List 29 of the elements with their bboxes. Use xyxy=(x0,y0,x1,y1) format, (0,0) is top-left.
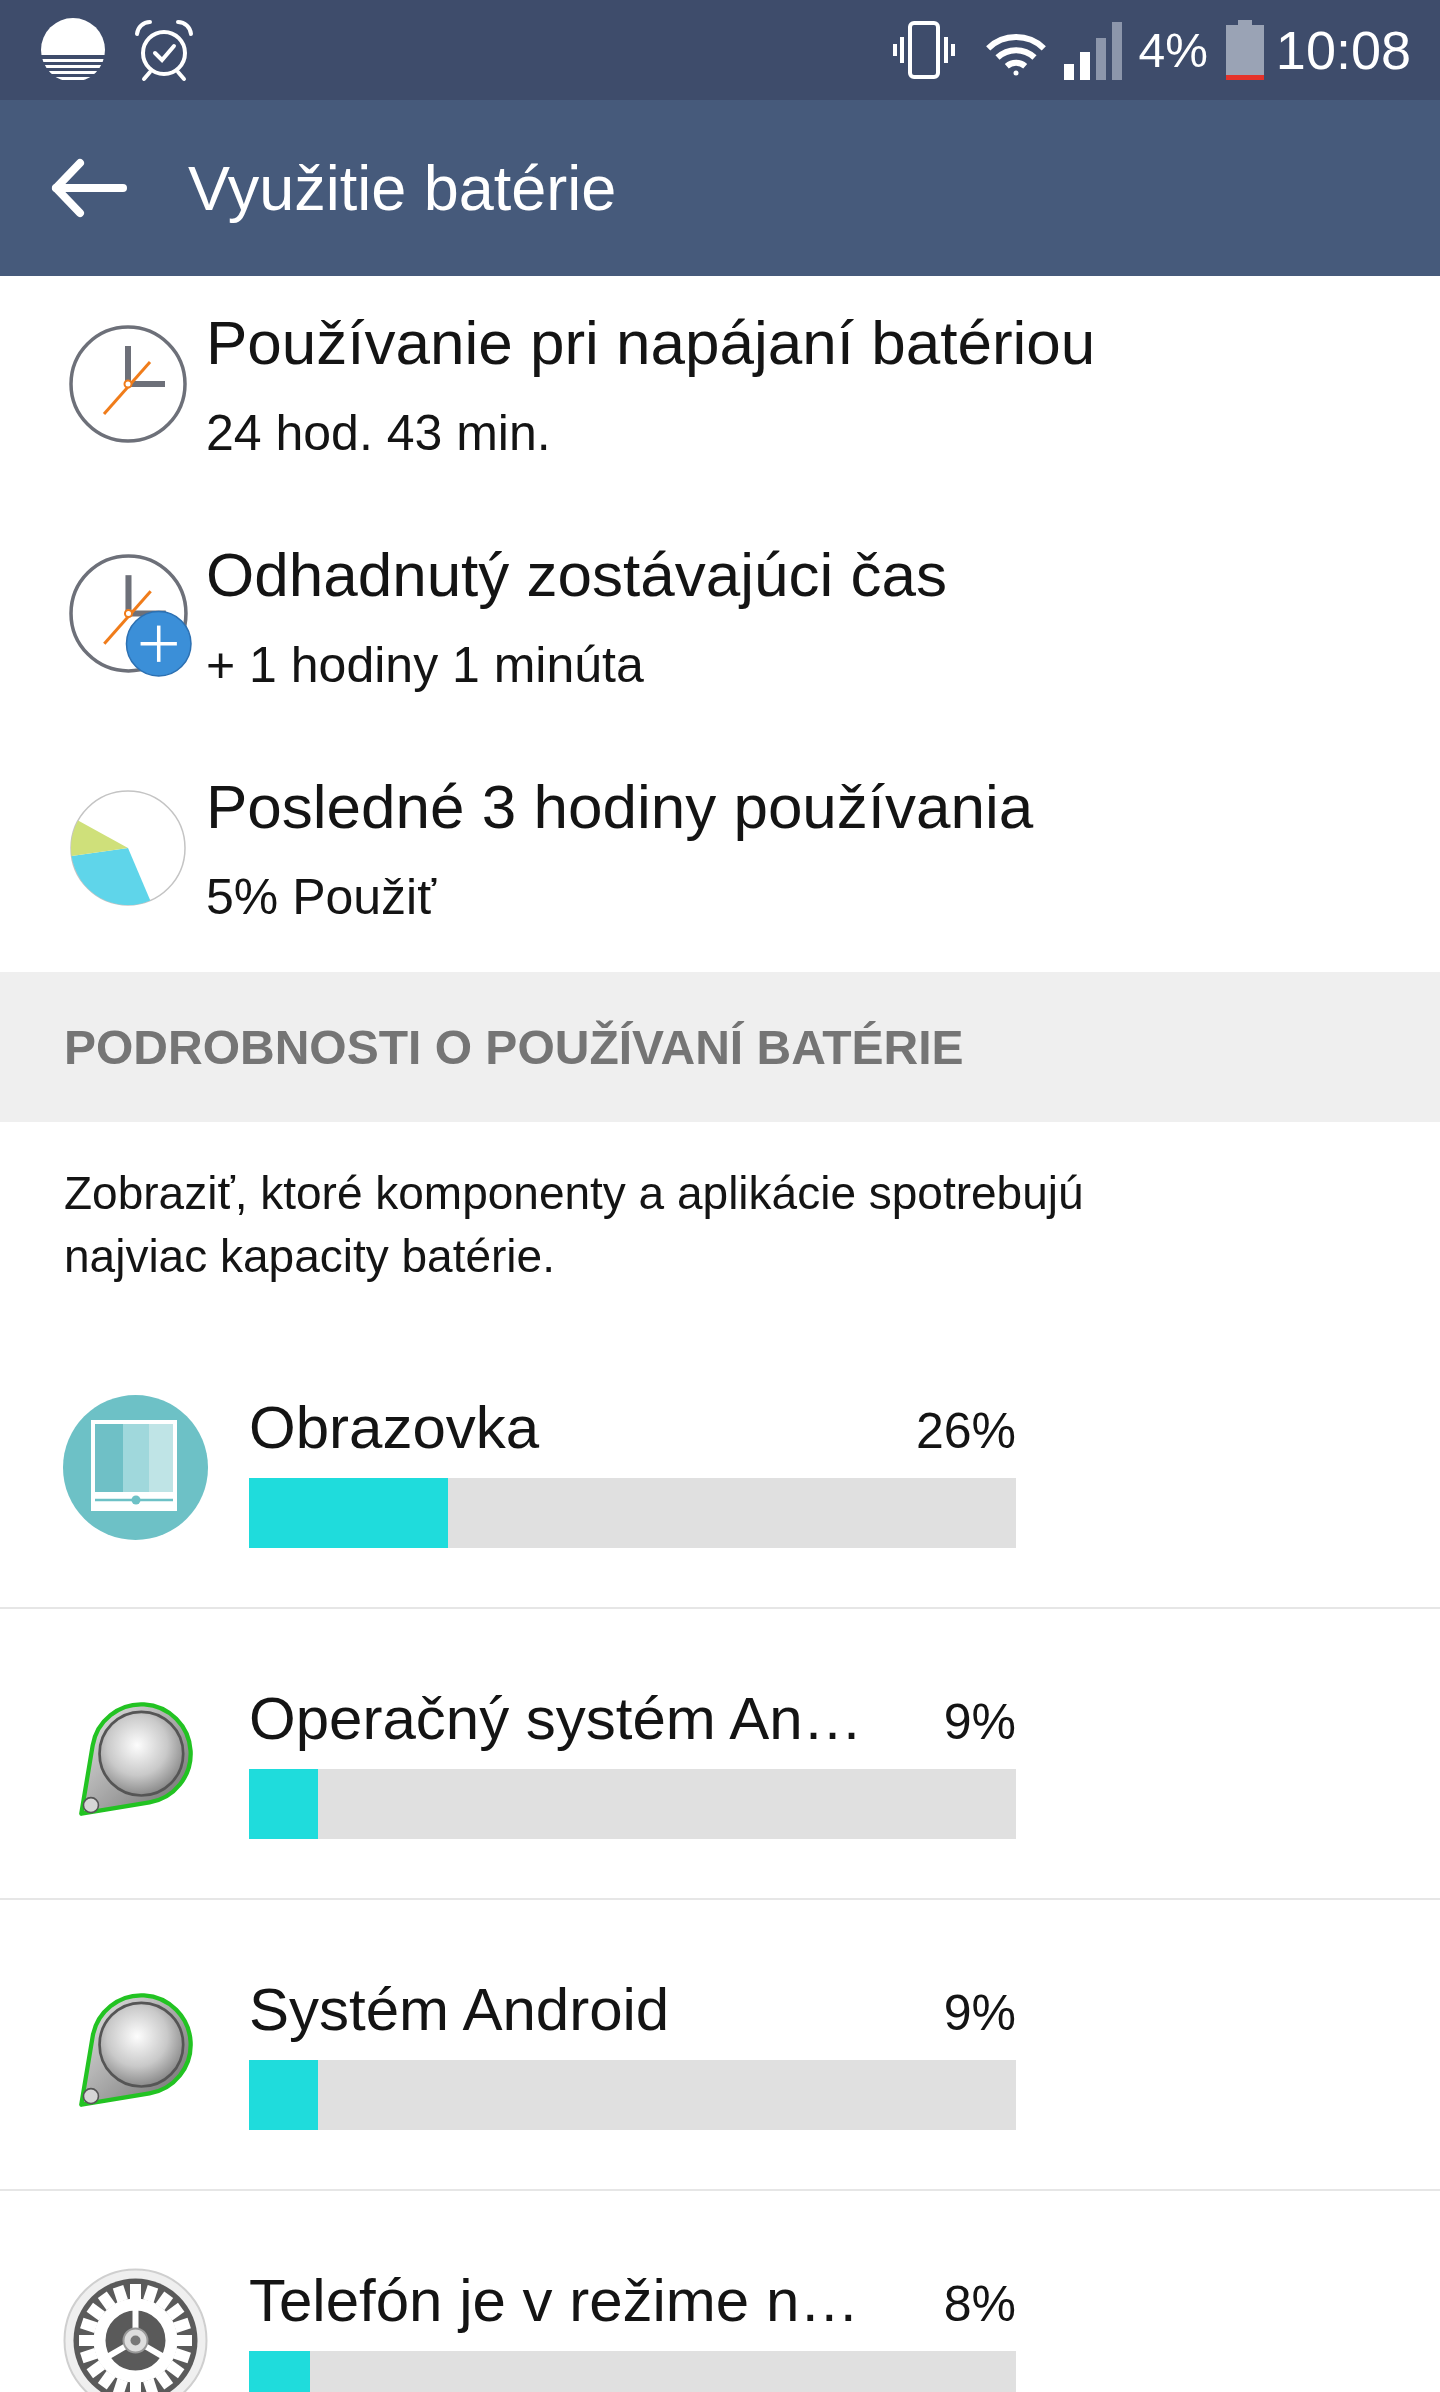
signal-icon xyxy=(1064,20,1125,80)
clock-icon xyxy=(69,325,187,443)
summary-value: 5% Použiť xyxy=(206,868,438,927)
description-text: Zobraziť, ktoré komponenty a aplikácie spotrebujú najviac kapacity batérie. xyxy=(64,1166,1085,1284)
usage-percent: 8% xyxy=(943,2274,1016,2334)
app-name: Operačný systém An… xyxy=(249,1683,863,1754)
summary-title: Používanie pri napájaní batériou xyxy=(206,307,1096,379)
screen-title: Využitie batérie xyxy=(188,152,617,224)
battery-percent: 4% xyxy=(1138,22,1208,78)
summary-value: 24 hod. 43 min. xyxy=(206,404,552,463)
summary-title: Odhadnutý zostávajúci čas xyxy=(206,539,947,611)
usage-percent: 9% xyxy=(943,1983,1016,2043)
section-header: PODROBNOSTI O POUŽÍVANÍ BATÉRIE xyxy=(0,972,1440,1122)
app-name: Telefón je v režime n… xyxy=(249,2265,860,2336)
pie-chart-icon xyxy=(69,789,187,907)
summary-title: Posledné 3 hodiny používania xyxy=(206,771,1034,843)
app-name: Obrazovka xyxy=(249,1392,540,1463)
app-name: Systém Android xyxy=(249,1974,670,2045)
battery-icon xyxy=(1225,20,1264,80)
screen-icon xyxy=(63,1395,208,1540)
dial-icon xyxy=(76,1699,195,1818)
clock-plus-icon xyxy=(69,554,193,678)
summary-value: + 1 hodiny 1 minúta xyxy=(206,636,645,695)
usage-percent: 26% xyxy=(915,1401,1016,1461)
sunset-icon xyxy=(40,17,106,83)
dial-icon xyxy=(76,1990,195,2109)
status-time: 10:08 xyxy=(1275,19,1411,81)
usage-percent: 9% xyxy=(943,1692,1016,1752)
vibrate-icon xyxy=(892,20,957,80)
